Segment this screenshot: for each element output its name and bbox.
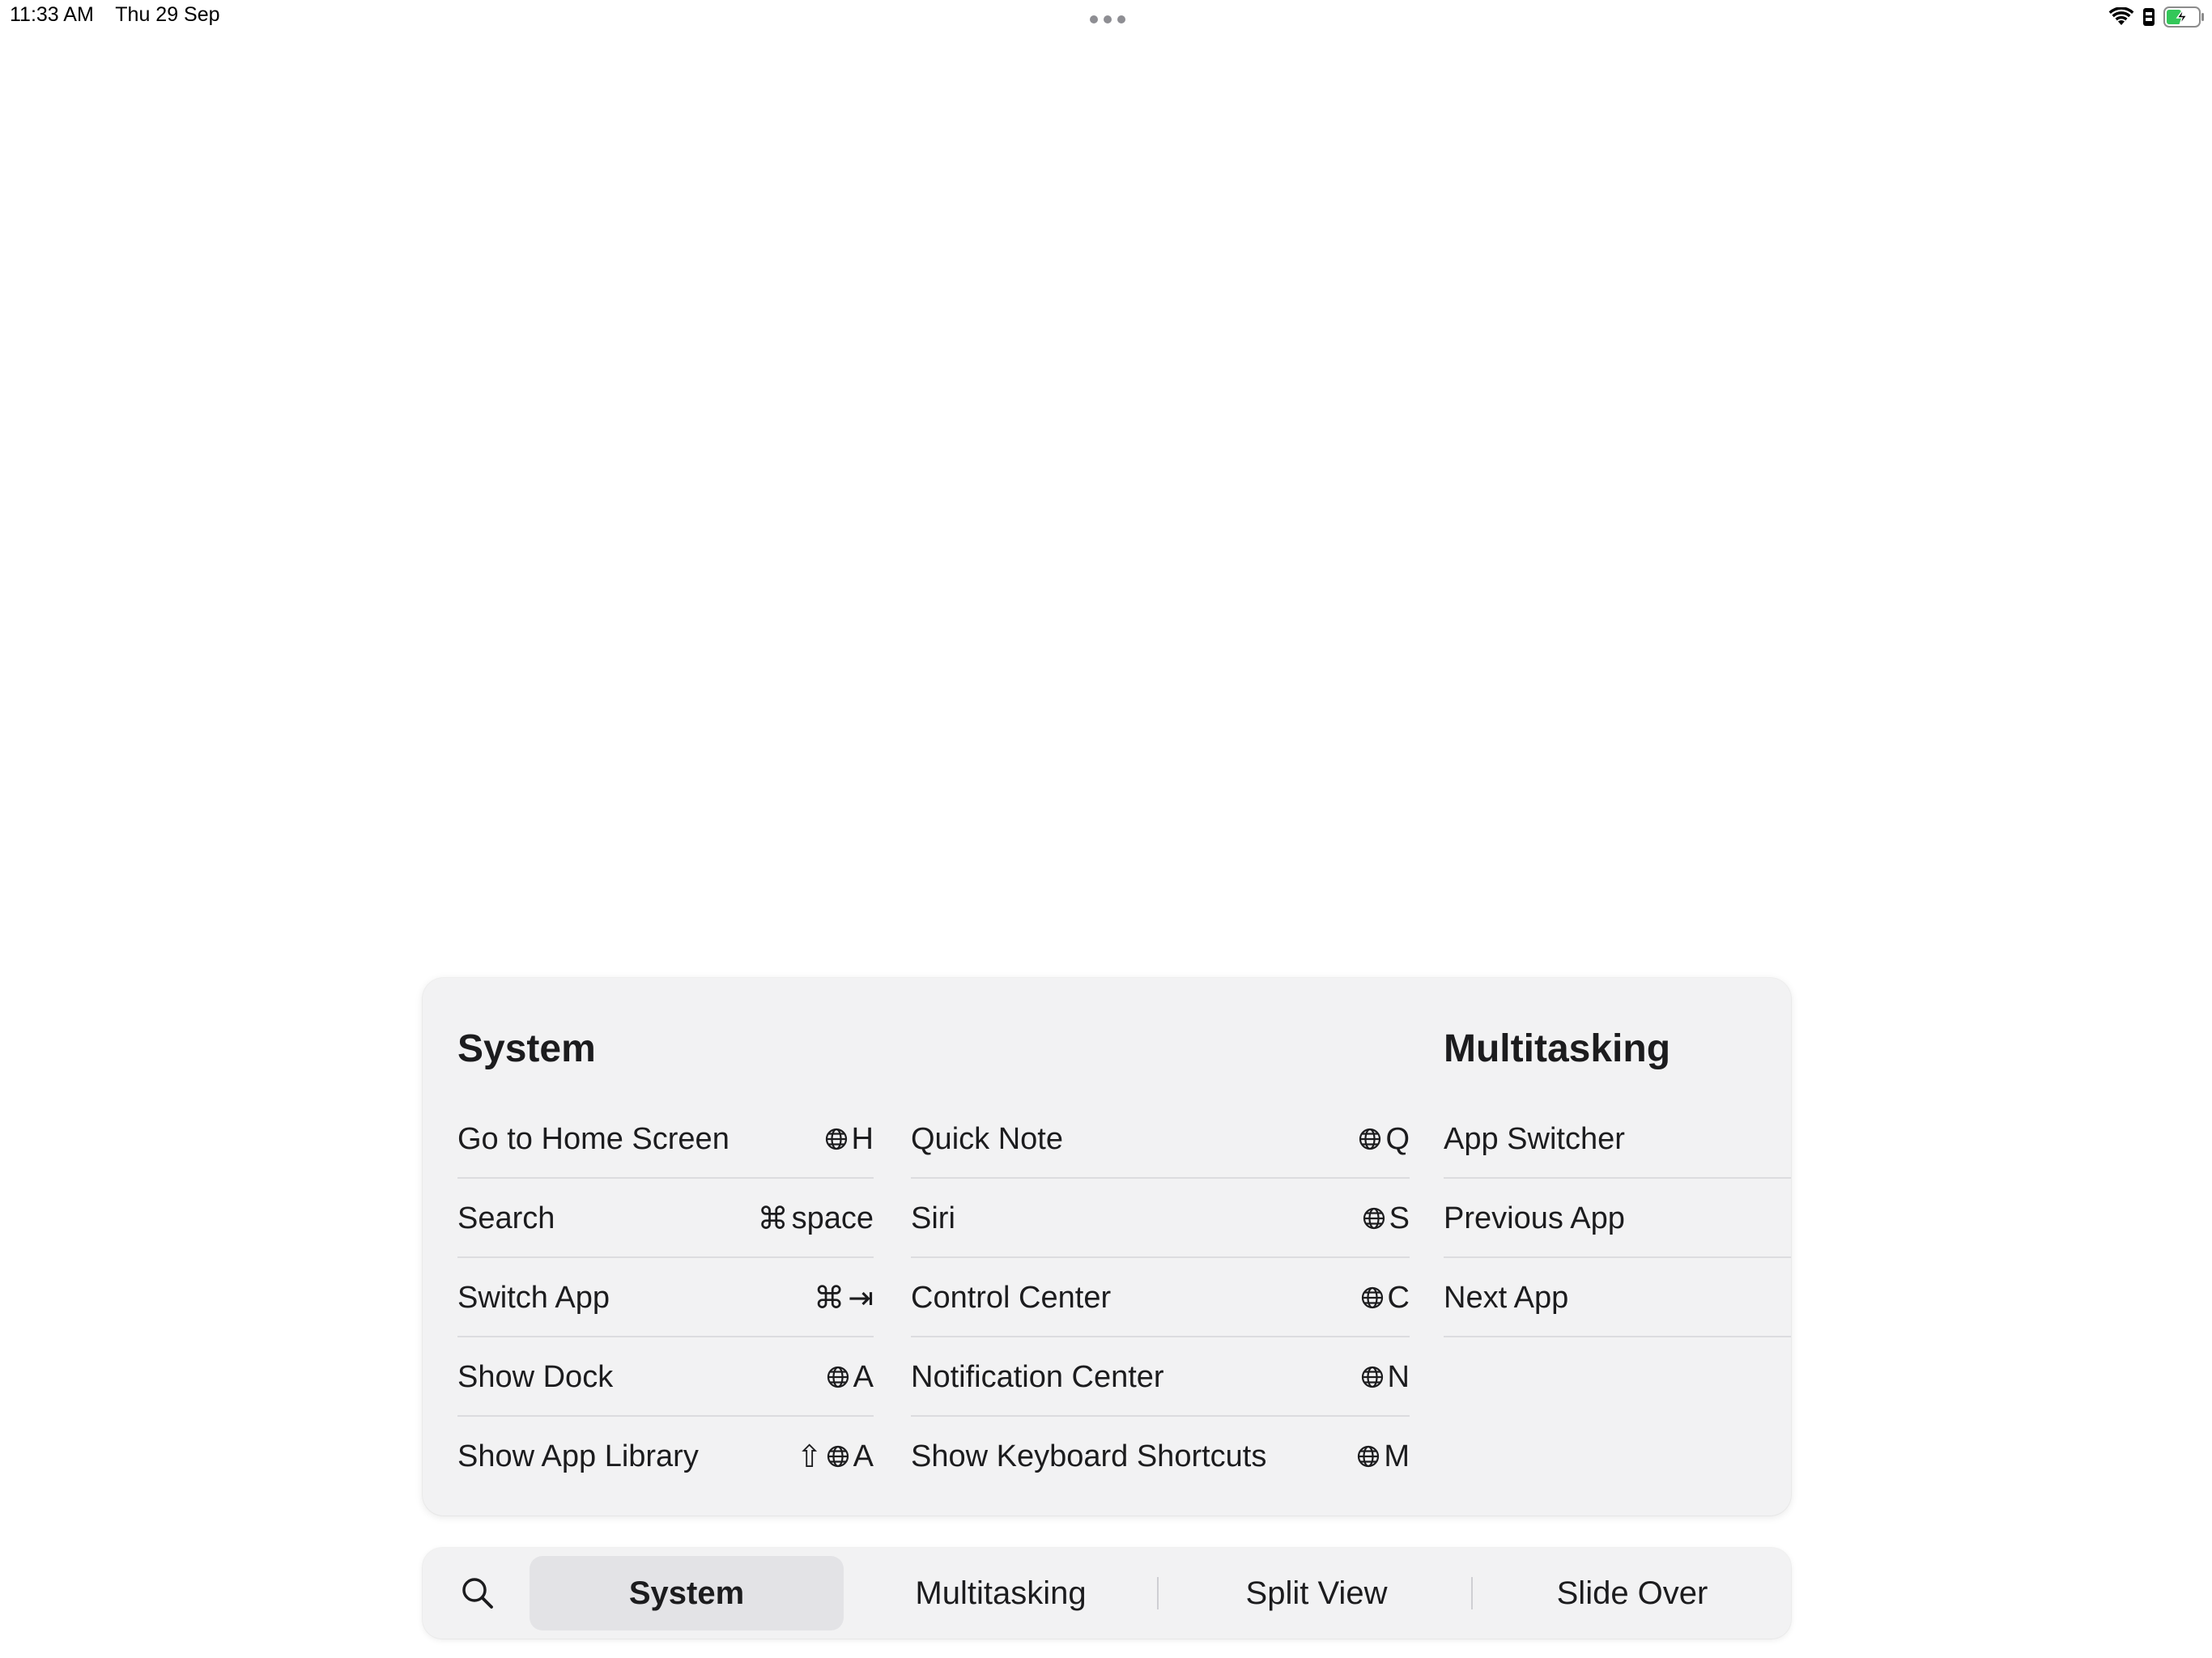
shortcut-keys: C bbox=[1360, 1281, 1410, 1316]
shortcut-category-tabbar: System Multitasking Split View Slide Ove… bbox=[423, 1548, 1791, 1639]
tab-separator bbox=[1471, 1577, 1473, 1609]
sim-icon bbox=[2143, 8, 2155, 26]
shortcut-row: Show Keyboard Shortcuts M bbox=[911, 1417, 1410, 1496]
shortcut-row: Next App bbox=[1444, 1258, 1791, 1337]
shortcut-label: Show Keyboard Shortcuts bbox=[911, 1439, 1267, 1473]
shortcut-label: Siri bbox=[911, 1201, 955, 1235]
section-title-system: System bbox=[457, 1027, 596, 1070]
globe-icon bbox=[825, 1128, 847, 1150]
shortcut-label: Search bbox=[457, 1201, 555, 1235]
command-key-icon: ⌘ bbox=[757, 1201, 789, 1236]
battery-charging-icon bbox=[2163, 6, 2204, 28]
wifi-icon bbox=[2108, 7, 2134, 25]
shortcut-key: M bbox=[1384, 1439, 1410, 1473]
shortcut-label: App Switcher bbox=[1444, 1121, 1625, 1156]
shortcut-keys: H bbox=[824, 1122, 874, 1157]
shortcut-keys: Q bbox=[1358, 1122, 1410, 1157]
tab-slide-over[interactable]: Slide Over bbox=[1474, 1556, 1791, 1630]
globe-icon bbox=[827, 1445, 849, 1468]
shortcut-label: Next App bbox=[1444, 1280, 1569, 1315]
shortcut-keys: N bbox=[1360, 1360, 1410, 1395]
shift-key-icon: ⇧ bbox=[796, 1439, 823, 1474]
command-key-icon: ⌘ bbox=[814, 1281, 845, 1316]
shortcut-row: Go to Home Screen H bbox=[457, 1099, 874, 1179]
shortcut-label: Control Center bbox=[911, 1280, 1112, 1315]
shortcut-keys: ⌘ ⇥ bbox=[814, 1280, 874, 1316]
shortcut-keys: A bbox=[826, 1360, 874, 1395]
shortcut-row: Search ⌘ space bbox=[457, 1179, 874, 1258]
status-time: 11:33 AM bbox=[10, 3, 94, 26]
dot-icon bbox=[1104, 15, 1112, 23]
tab-separator bbox=[1157, 1577, 1159, 1609]
tab-split-view[interactable]: Split View bbox=[1159, 1556, 1474, 1630]
status-bar: 11:33 AM Thu 29 Sep bbox=[0, 0, 2212, 36]
shortcut-key: S bbox=[1389, 1201, 1410, 1235]
shortcut-label: Quick Note bbox=[911, 1121, 1063, 1156]
shortcut-keys: ⌘ space bbox=[758, 1201, 874, 1237]
shortcut-label: Go to Home Screen bbox=[457, 1121, 730, 1156]
status-time-date: 11:33 AM Thu 29 Sep bbox=[10, 3, 236, 27]
search-icon[interactable] bbox=[460, 1575, 496, 1611]
tab-multitasking[interactable]: Multitasking bbox=[844, 1556, 1158, 1630]
shortcut-label: Notification Center bbox=[911, 1359, 1164, 1394]
section-title-multitasking: Multitasking bbox=[1444, 1027, 1671, 1070]
globe-icon bbox=[1358, 1445, 1380, 1468]
shortcut-label: Previous App bbox=[1444, 1201, 1625, 1235]
shortcut-row: Control Center C bbox=[911, 1258, 1410, 1337]
shortcut-key: N bbox=[1387, 1359, 1410, 1394]
shortcut-key: H bbox=[851, 1121, 874, 1156]
shortcut-label: Show Dock bbox=[457, 1359, 614, 1394]
shortcut-keys: M bbox=[1356, 1439, 1410, 1474]
multitasking-menu-dots[interactable] bbox=[1090, 15, 1125, 24]
globe-icon bbox=[1361, 1286, 1383, 1309]
shortcut-row: Previous App bbox=[1444, 1179, 1791, 1258]
shortcut-label: Show App Library bbox=[457, 1439, 699, 1473]
shortcut-row: Switch App ⌘ ⇥ bbox=[457, 1258, 874, 1337]
dot-icon bbox=[1090, 15, 1098, 23]
shortcut-key: A bbox=[853, 1359, 874, 1394]
globe-icon bbox=[827, 1366, 849, 1388]
shortcut-row: Siri S bbox=[911, 1179, 1410, 1258]
globe-icon bbox=[1359, 1128, 1381, 1150]
system-shortcuts-column-2: Quick Note Q Siri S Control Center C Not… bbox=[911, 1099, 1410, 1496]
shortcut-key: space bbox=[791, 1201, 874, 1235]
system-shortcuts-column-1: Go to Home Screen H Search ⌘ space Switc… bbox=[457, 1099, 874, 1496]
shortcut-key: A bbox=[853, 1439, 874, 1473]
shortcut-row: Quick Note Q bbox=[911, 1099, 1410, 1179]
tab-system[interactable]: System bbox=[530, 1556, 844, 1630]
globe-icon bbox=[1361, 1366, 1383, 1388]
tab-key-icon: ⇥ bbox=[848, 1281, 874, 1316]
status-date: Thu 29 Sep bbox=[115, 3, 220, 26]
shortcut-key: Q bbox=[1385, 1121, 1410, 1156]
globe-icon bbox=[1363, 1207, 1385, 1230]
multitasking-shortcuts-column: App Switcher Previous App Next App bbox=[1444, 1099, 1791, 1337]
dot-icon bbox=[1117, 15, 1125, 23]
shortcut-row: Show App Library ⇧ A bbox=[457, 1417, 874, 1496]
shortcut-keys: ⇧ A bbox=[797, 1439, 874, 1475]
shortcut-keys: S bbox=[1362, 1201, 1410, 1236]
shortcut-label: Switch App bbox=[457, 1280, 610, 1315]
shortcut-row: Show Dock A bbox=[457, 1337, 874, 1417]
shortcut-row: Notification Center N bbox=[911, 1337, 1410, 1417]
shortcut-row: App Switcher bbox=[1444, 1099, 1791, 1179]
shortcut-key: C bbox=[1387, 1280, 1410, 1315]
status-indicators bbox=[2108, 5, 2206, 29]
